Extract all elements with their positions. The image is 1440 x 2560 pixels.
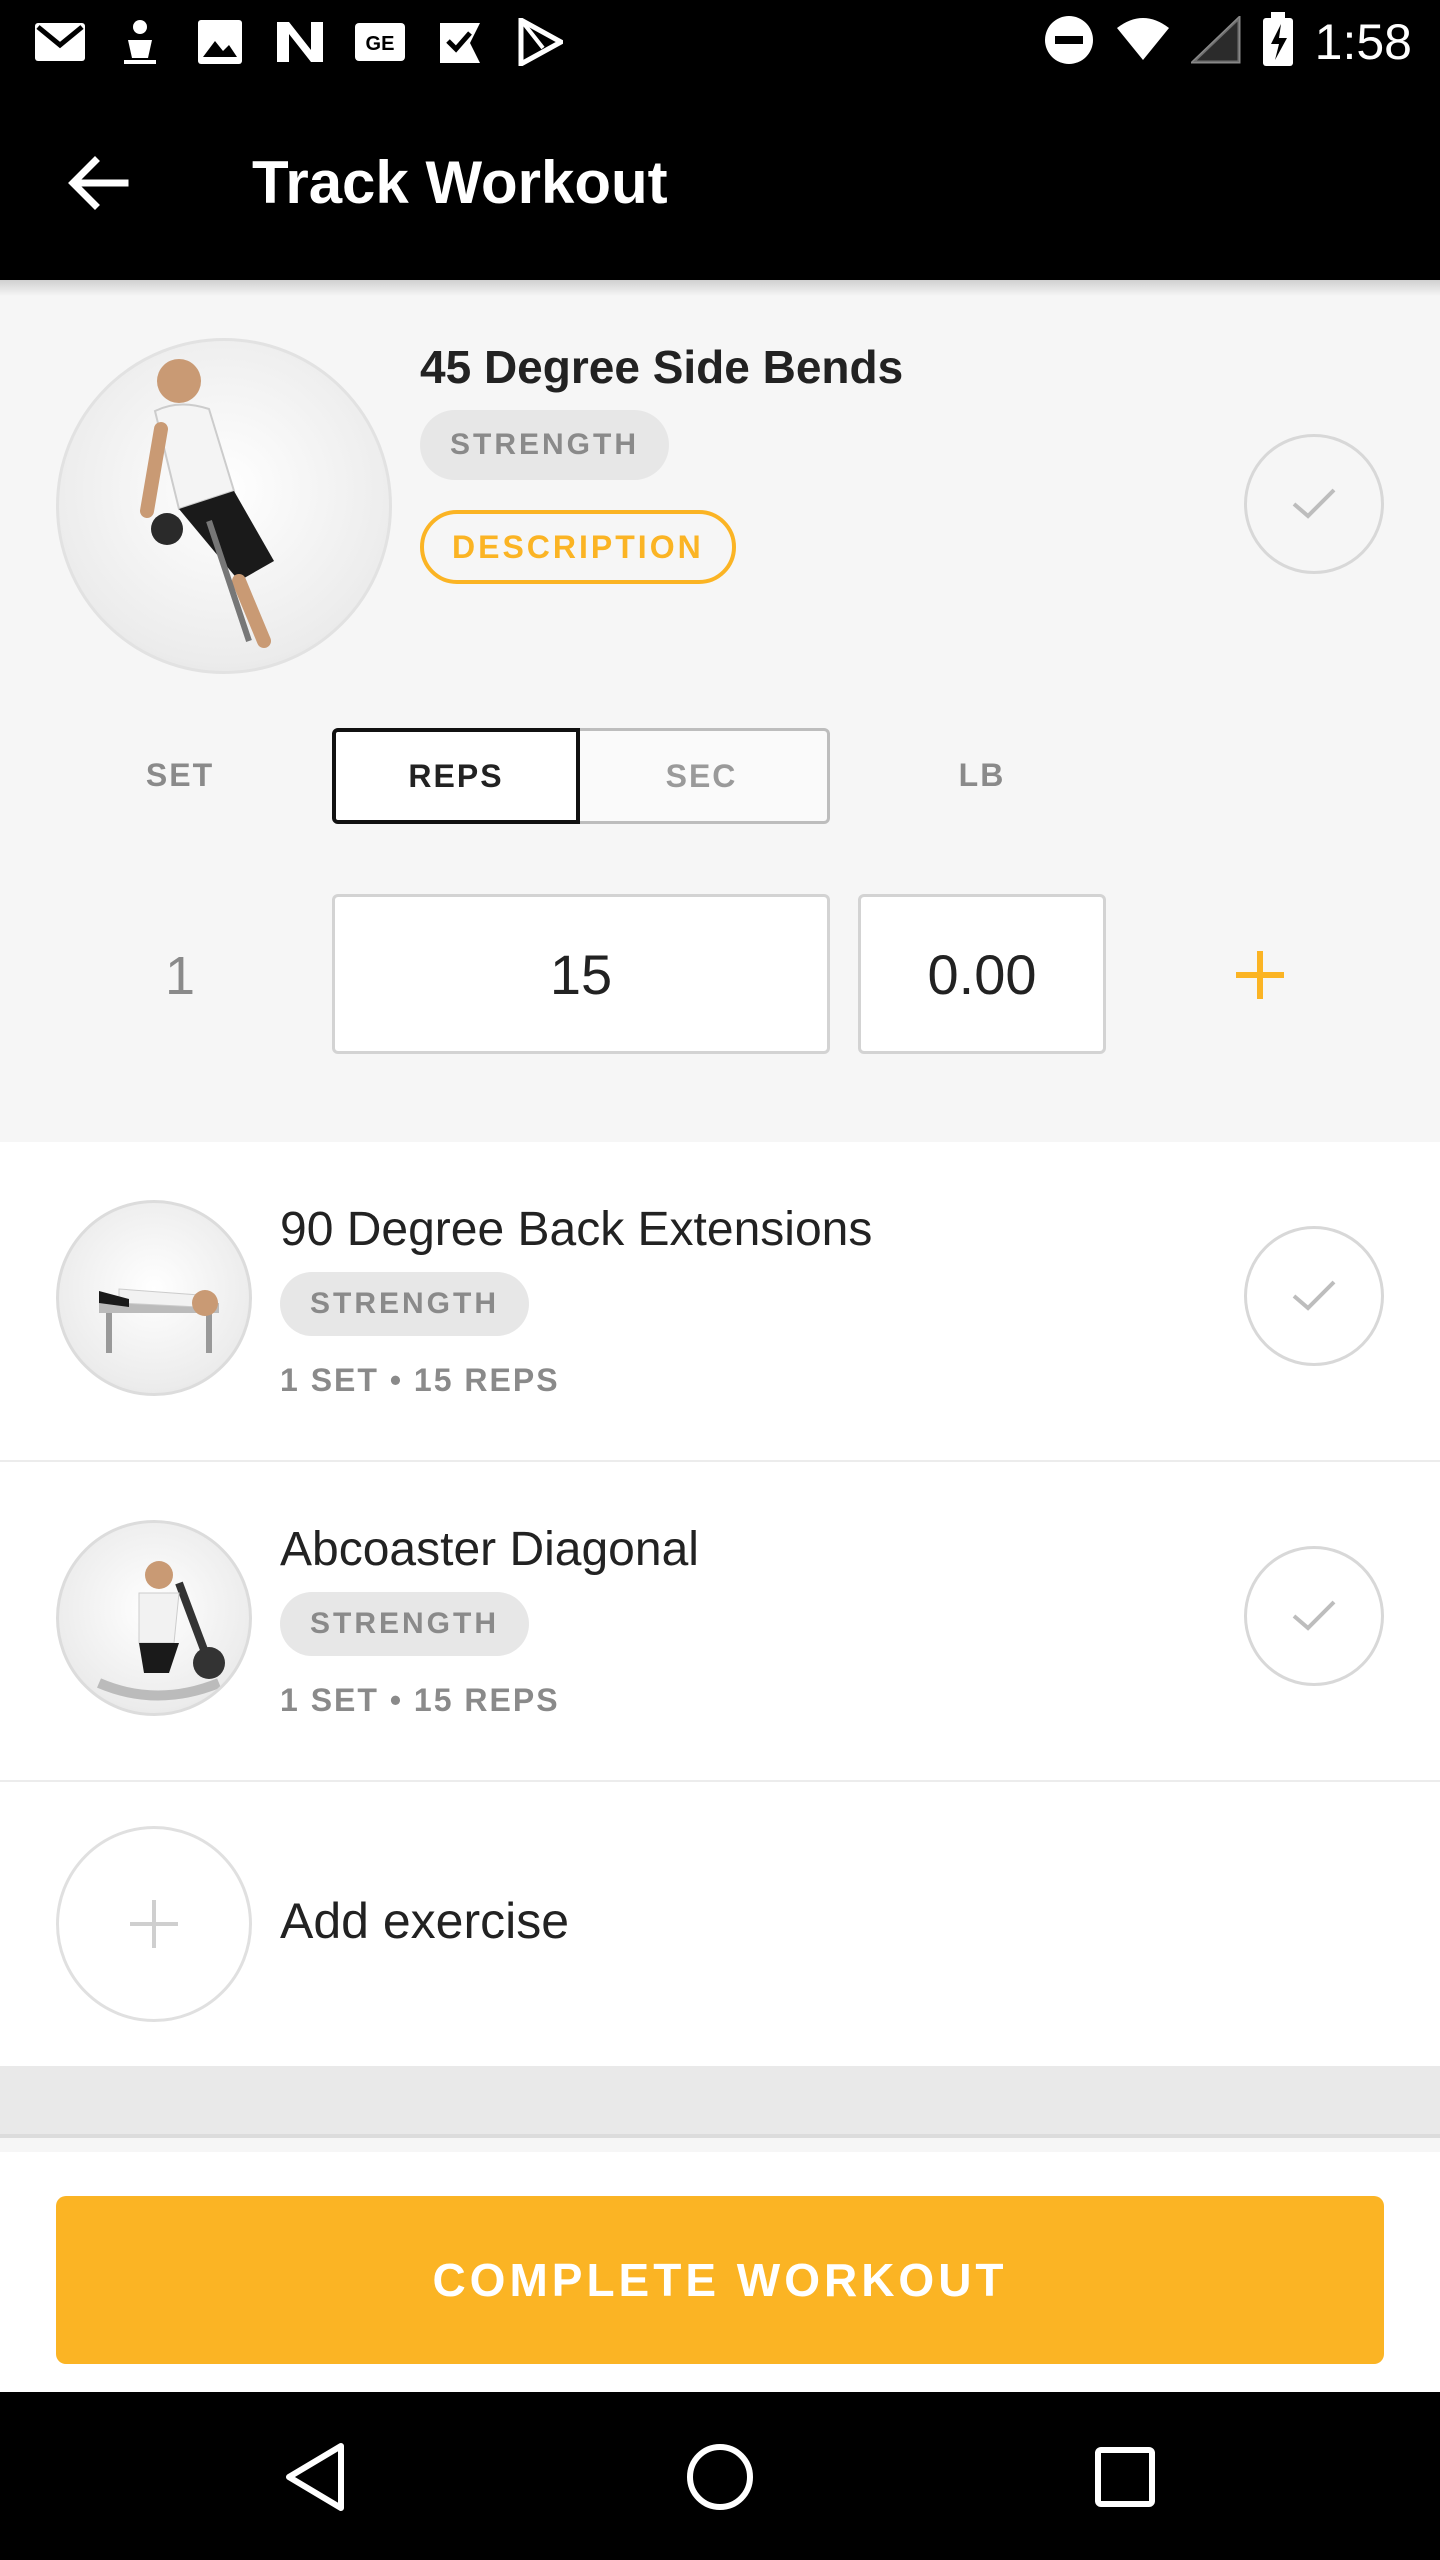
- list-item[interactable]: 90 Degree Back Extensions STRENGTH 1 SET…: [0, 1142, 1440, 1462]
- play-store-icon: [514, 18, 566, 66]
- check-icon: [1292, 1280, 1336, 1311]
- triangle-back-icon: [286, 2443, 344, 2511]
- exercise-thumbnail: [56, 1200, 252, 1396]
- exercise-name: Abcoaster Diagonal: [280, 1523, 699, 1576]
- exercise-figure-image: [140, 359, 274, 648]
- reps-toggle[interactable]: REPS: [332, 728, 580, 824]
- reps-input[interactable]: 15: [332, 894, 830, 1054]
- exercise-meta: 1 SET • 15 REPS: [280, 1362, 560, 1398]
- add-exercise-label: Add exercise: [280, 1893, 570, 1949]
- sec-toggle[interactable]: SEC: [576, 728, 830, 824]
- nav-recents-button[interactable]: [1080, 2432, 1170, 2522]
- page-title: Track Workout: [252, 149, 668, 216]
- wifi-icon: [1115, 17, 1171, 67]
- plus-icon: [130, 1900, 178, 1948]
- list-footer-spacer: [0, 2066, 1440, 2138]
- complete-exercise-check[interactable]: [1244, 434, 1384, 574]
- exercise-name: 90 Degree Back Extensions: [280, 1203, 873, 1256]
- do-not-disturb-icon: [1043, 14, 1095, 71]
- arrow-left-icon: [68, 156, 129, 210]
- status-time: 1:58: [1314, 14, 1412, 70]
- svg-text:GE: GE: [366, 33, 395, 55]
- check-icon: [1292, 488, 1336, 519]
- set-number: 1: [164, 946, 196, 1006]
- lb-column-label: LB: [958, 757, 1006, 793]
- circle-home-icon: [687, 2444, 753, 2510]
- gmail-icon: [34, 18, 86, 66]
- add-set-button[interactable]: [1218, 920, 1302, 1030]
- app-icon: [114, 18, 166, 66]
- app-bar-shadow: [0, 280, 1440, 296]
- square-recents-icon: [1095, 2447, 1155, 2507]
- add-exercise-button[interactable]: [56, 1826, 252, 2022]
- complete-exercise-check[interactable]: [1244, 1226, 1384, 1366]
- check-icon: [1292, 1600, 1336, 1631]
- exercise-meta: 1 SET • 15 REPS: [280, 1682, 560, 1718]
- app-bar: Track Workout: [0, 84, 1440, 280]
- description-button[interactable]: DESCRIPTION: [420, 510, 736, 584]
- battery-icon: [1261, 11, 1295, 73]
- exercise-thumbnail: [56, 1520, 252, 1716]
- set-column-label: SET: [145, 757, 215, 793]
- category-chip: STRENGTH: [280, 1592, 529, 1656]
- category-chip: STRENGTH: [280, 1272, 529, 1336]
- active-exercise-name: 45 Degree Side Bends: [420, 341, 904, 393]
- complete-exercise-check[interactable]: [1244, 1546, 1384, 1686]
- exercise-figure-image: [99, 1288, 219, 1353]
- plus-icon: [1236, 951, 1284, 999]
- nav-home-button[interactable]: [675, 2432, 765, 2522]
- exercise-thumbnail[interactable]: [56, 338, 392, 674]
- news-icon: [274, 18, 326, 66]
- complete-workout-button[interactable]: COMPLETE WORKOUT: [56, 2196, 1384, 2364]
- add-exercise-row[interactable]: Add exercise: [0, 1782, 1440, 2066]
- status-bar: GE 1:58: [0, 0, 1440, 84]
- ge-icon: GE: [354, 18, 406, 66]
- nav-back-button[interactable]: [270, 2432, 360, 2522]
- weight-input[interactable]: 0.00: [858, 894, 1106, 1054]
- signal-icon: [1188, 13, 1241, 69]
- category-chip: STRENGTH: [420, 410, 669, 480]
- footer: COMPLETE WORKOUT: [0, 2152, 1440, 2392]
- list-item[interactable]: Abcoaster Diagonal STRENGTH 1 SET • 15 R…: [0, 1462, 1440, 1782]
- exercise-figure-image: [97, 1561, 225, 1701]
- image-icon: [194, 18, 246, 66]
- back-button[interactable]: [54, 140, 140, 226]
- system-nav-bar: [0, 2392, 1440, 2560]
- check-flag-icon: [434, 18, 486, 66]
